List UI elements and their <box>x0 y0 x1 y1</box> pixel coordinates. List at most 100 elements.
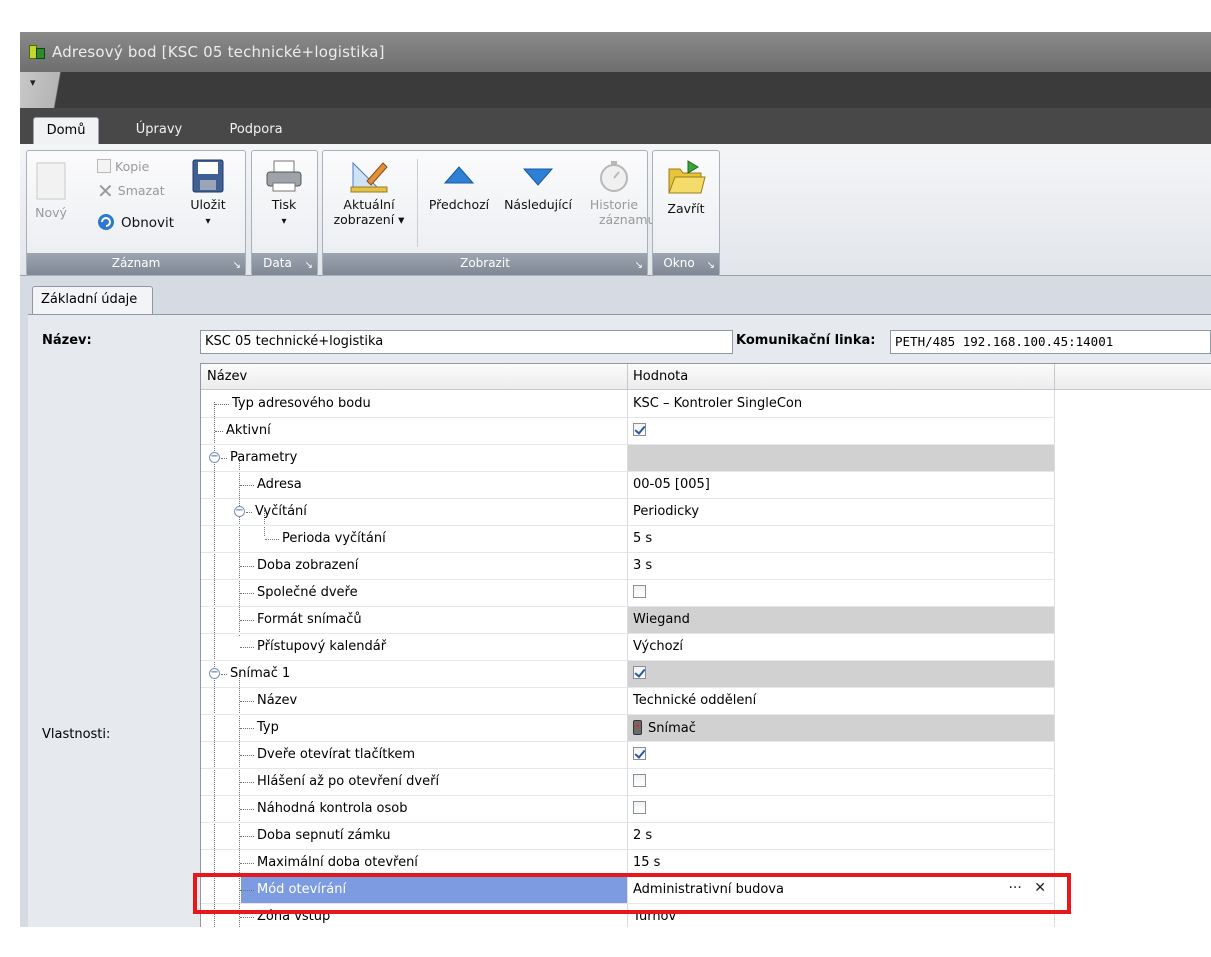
grid-row[interactable]: Náhodná kontrola osob <box>201 796 1055 823</box>
zavrit-button[interactable]: Zavřít <box>659 157 713 216</box>
smazat-button[interactable]: ✕ Smazat <box>97 181 165 201</box>
save-icon <box>192 159 224 193</box>
row-value[interactable]: 15 s <box>628 850 1054 876</box>
grid-row-selected[interactable]: Mód otevírání Administrativní budova ···… <box>201 877 1055 904</box>
row-name: Název <box>257 693 298 708</box>
data-launcher[interactable]: ↘ <box>305 260 313 271</box>
collapse-snimac-icon[interactable]: − <box>209 668 220 679</box>
row-value[interactable]: 5 s <box>628 526 1054 552</box>
row-name: Společné dveře <box>257 585 358 600</box>
novy-label: Nový <box>35 205 67 220</box>
okno-launcher[interactable]: ↘ <box>707 260 715 271</box>
grid-row[interactable]: Společné dveře <box>201 580 1055 607</box>
grid-row[interactable]: Doba zobrazení 3 s <box>201 553 1055 580</box>
collapse-vycitani-icon[interactable]: − <box>234 506 245 517</box>
kopie-button[interactable]: Kopie <box>97 159 149 174</box>
historie-zaznamu-button[interactable]: Historie záznamu <box>581 159 655 227</box>
refresh-icon <box>98 214 114 230</box>
grid-row[interactable]: Doba sepnutí zámku 2 s <box>201 823 1055 850</box>
mod-otevirani-editor[interactable]: Administrativní budova ··· ✕ <box>628 877 1054 903</box>
nasledujici-label: Následující <box>504 197 572 212</box>
zobrazit-launcher[interactable]: ↘ <box>635 260 643 271</box>
zaznam-launcher[interactable]: ↘ <box>233 260 241 271</box>
row-value-typ[interactable]: Snímač <box>628 715 1054 741</box>
row-name: Formát snímačů <box>257 612 362 627</box>
row-name: Zóna vstup <box>257 909 331 924</box>
grid-row[interactable]: Přístupový kalendář Výchozí <box>201 634 1055 661</box>
column-header-nazev[interactable]: Název <box>207 369 247 384</box>
row-value[interactable]: Výchozí <box>628 634 1054 660</box>
row-value[interactable]: 2 s <box>628 823 1054 849</box>
row-name: Náhodná kontrola osob <box>257 801 408 816</box>
obnovit-label: Obnovit <box>121 215 175 231</box>
komunikacni-linka-label: Komunikační linka: <box>736 333 876 348</box>
nazev-label: Název: <box>42 333 92 348</box>
novy-button[interactable]: Nový <box>33 161 69 220</box>
row-name: Snímač 1 <box>230 666 291 681</box>
collapse-parametry-icon[interactable]: − <box>209 452 220 463</box>
new-document-icon <box>36 162 66 200</box>
quick-access-dropdown[interactable]: ▾ <box>20 72 80 108</box>
row-value[interactable]: Periodicky <box>628 499 1054 525</box>
stopwatch-icon <box>600 161 628 192</box>
ribbon-group-data: Tisk ▾ Data ↘ <box>251 150 318 276</box>
grid-row[interactable]: Adresa 00-05 [005] <box>201 472 1055 499</box>
row-name: Maximální doba otevření <box>257 855 418 870</box>
grid-row[interactable]: Hlášení až po otevření dveří <box>201 769 1055 796</box>
tisk-dropdown-arrow[interactable]: ▾ <box>281 216 286 227</box>
snimac-checkbox[interactable] <box>633 666 646 679</box>
grid-row[interactable]: Typ adresového bodu KSC – Kontroler Sing… <box>201 391 1055 418</box>
aktivni-checkbox[interactable] <box>633 423 646 436</box>
nasledujici-button[interactable]: Následující <box>497 159 579 212</box>
row-value[interactable]: 00-05 [005] <box>628 472 1054 498</box>
nahodna-kontrola-checkbox[interactable] <box>633 801 646 814</box>
nazev-input[interactable]: KSC 05 technické+logistika <box>200 330 733 354</box>
dvere-tlacitkem-checkbox[interactable] <box>633 747 646 760</box>
row-name: Perioda vyčítání <box>282 531 386 546</box>
group-label-data: Data ↘ <box>252 253 317 275</box>
clear-icon[interactable]: ✕ <box>1034 880 1046 896</box>
row-name: Typ <box>257 720 279 735</box>
smazat-label: Smazat <box>117 183 165 198</box>
ulozit-button[interactable]: Uložit ▾ <box>187 159 229 229</box>
spolecne-dvere-checkbox[interactable] <box>633 585 646 598</box>
grid-row[interactable]: − Snímač 1 <box>201 661 1055 688</box>
grid-row[interactable]: Název Technické oddělení <box>201 688 1055 715</box>
row-value[interactable]: Technické oddělení <box>628 688 1054 714</box>
quick-access-bar: ▾ <box>20 72 1211 108</box>
tab-upravy[interactable]: Úpravy <box>124 117 194 144</box>
tab-zakladni-udaje[interactable]: Základní údaje <box>32 286 153 314</box>
tab-podpora[interactable]: Podpora <box>221 117 291 144</box>
komunikacni-linka-input[interactable]: PETH/485 192.168.100.45:14001 <box>890 330 1211 354</box>
hlaseni-checkbox[interactable] <box>633 774 646 787</box>
ribbon-group-zobrazit: Aktuální zobrazení ▾ Předchozí Následují… <box>322 150 655 276</box>
grid-row[interactable]: Maximální doba otevření 15 s <box>201 850 1055 877</box>
aktualni-label-2: zobrazení ▾ <box>333 212 405 227</box>
historie-label-2: záznamu <box>599 212 656 227</box>
grid-row[interactable]: Perioda vyčítání 5 s <box>201 526 1055 553</box>
ulozit-dropdown-arrow[interactable]: ▾ <box>205 216 210 227</box>
reader-icon <box>633 720 642 735</box>
row-value[interactable]: 3 s <box>628 553 1054 579</box>
grid-row[interactable]: Formát snímačů Wiegand <box>201 607 1055 634</box>
row-value[interactable]: Wiegand <box>628 607 1054 633</box>
ribbon-tab-row: Domů Úpravy Podpora <box>20 108 1211 144</box>
row-value[interactable]: KSC – Kontroler SingleCon <box>628 391 1054 417</box>
folder-exit-icon <box>668 160 706 194</box>
column-header-hodnota[interactable]: Hodnota <box>633 369 688 384</box>
grid-row[interactable]: Aktivní <box>201 418 1055 445</box>
aktualni-label-1: Aktuální <box>343 197 395 212</box>
grid-row[interactable]: Zóna vstup Turnov <box>201 904 1055 927</box>
tisk-button[interactable]: Tisk ▾ <box>260 159 308 229</box>
row-value[interactable]: Turnov <box>628 904 1054 927</box>
ellipsis-button[interactable]: ··· <box>1008 880 1021 896</box>
grid-row[interactable]: Typ Snímač <box>201 715 1055 742</box>
app-icon <box>28 43 46 61</box>
predchozi-button[interactable]: Předchozí <box>421 159 497 212</box>
obnovit-button[interactable]: Obnovit <box>97 213 174 231</box>
grid-row[interactable]: − Parametry <box>201 445 1055 472</box>
grid-row[interactable]: Dveře otevírat tlačítkem <box>201 742 1055 769</box>
grid-row[interactable]: − Vyčítání Periodicky <box>201 499 1055 526</box>
aktualni-zobrazeni-button[interactable]: Aktuální zobrazení ▾ <box>327 159 411 227</box>
tab-domu[interactable]: Domů <box>33 117 99 144</box>
